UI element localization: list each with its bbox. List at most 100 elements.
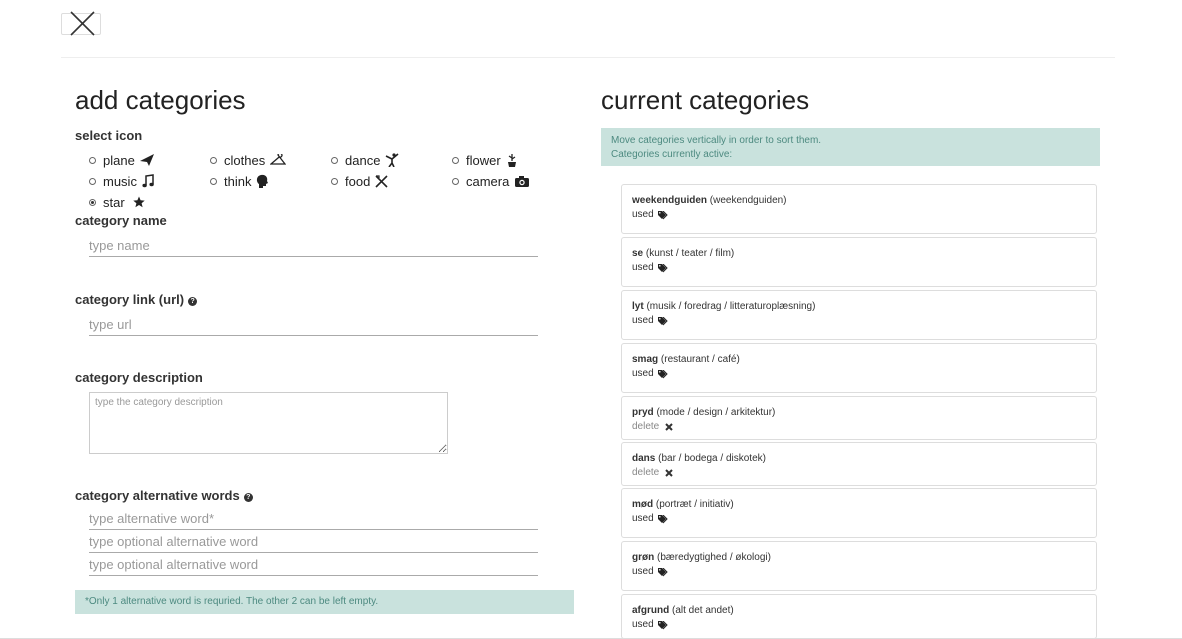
category-desc: (bar / bodega / diskotek) [658,453,766,464]
radio-label: clothes [224,152,266,168]
category-status: used [632,619,654,630]
category-name: mød [632,499,654,510]
info-icon[interactable]: ? [243,493,253,502]
category-desc: (musik / foredrag / litteraturoplæsning) [646,301,816,312]
cutlery-icon [375,174,388,188]
category-name: afgrund [632,605,670,616]
radio-camera[interactable]: camera [452,172,530,190]
category-link-input[interactable] [89,315,538,336]
radio-clothes[interactable]: clothes [210,151,287,169]
music-note-icon [142,174,154,188]
radio-label: star [103,194,125,210]
radio-plane[interactable]: plane [89,151,154,169]
add-categories-panel: add categories select icon plane clothes… [75,84,575,614]
category-link-label: category link (url)? [75,292,575,307]
category-desc: (mode / design / arkitektur) [656,407,776,418]
category-description-label: category description [75,370,203,385]
category-name: weekendguiden [632,195,708,206]
radio-label: music [103,173,137,189]
category-card[interactable]: weekendguiden (weekendguiden) used [621,184,1097,234]
delete-link[interactable]: delete [632,466,659,480]
category-card[interactable]: mød (portræt / initiativ) used [621,488,1097,538]
category-status: used [632,315,654,326]
tags-icon [657,514,668,523]
category-card[interactable]: pryd (mode / design / arkitektur) delete [621,396,1097,440]
close-button[interactable] [61,11,101,36]
category-card[interactable]: dans (bar / bodega / diskotek) delete [621,442,1097,486]
add-categories-title: add categories [75,85,246,115]
icon-radio-group: plane clothes dance flower music think f… [75,151,575,219]
current-categories-panel: current categories Move categories verti… [601,84,1100,639]
radio-think[interactable]: think [210,172,269,190]
radio-button[interactable] [452,177,459,185]
category-desc: (weekendguiden) [709,195,787,206]
delete-link[interactable]: delete [632,420,659,434]
category-name: dans [632,453,656,464]
alternative-words-note: *Only 1 alternative word is requried. Th… [75,590,574,614]
radio-dance[interactable]: dance [331,151,399,169]
sort-info-text: Move categories vertically in order to s… [611,135,822,146]
alternative-word-input-1[interactable] [89,509,538,530]
alternative-word-input-3[interactable] [89,555,538,576]
dancer-icon [386,153,399,167]
radio-label: food [345,173,371,189]
radio-flower[interactable]: flower [452,151,518,169]
star-icon [132,196,145,208]
radio-music[interactable]: music [89,172,154,190]
select-icon-label: select icon [75,128,143,143]
radio-button[interactable] [89,156,96,164]
tags-icon [657,567,668,576]
radio-button-checked[interactable] [89,198,96,206]
category-desc: (bæredygtighed / økologi) [657,552,771,563]
tags-icon [657,620,668,629]
alternative-words-label-text: category alternative words [75,488,240,503]
tags-icon [657,210,668,219]
head-icon [257,174,269,188]
category-description-textarea[interactable] [89,392,448,454]
delete-x-icon[interactable] [665,469,673,477]
camera-icon [515,176,530,187]
radio-button[interactable] [331,156,338,164]
radio-button[interactable] [452,156,459,164]
radio-button[interactable] [210,177,217,185]
category-status: used [632,513,654,524]
info-icon[interactable]: ? [188,297,198,306]
category-desc: (kunst / teater / film) [645,248,735,259]
radio-label: dance [345,152,381,168]
category-status: used [632,368,654,379]
plane-icon [139,154,154,166]
active-categories-text: Categories currently active: [611,149,733,160]
category-card[interactable]: se (kunst / teater / film) used [621,237,1097,287]
alternative-word-input-2[interactable] [89,532,538,553]
radio-label: flower [466,152,501,168]
radio-label: think [224,173,252,189]
close-icon [70,11,95,36]
radio-star[interactable]: star [89,193,145,211]
header-divider [61,57,1115,58]
category-card[interactable]: lyt (musik / foredrag / litteraturoplæsn… [621,290,1097,340]
category-status: used [632,209,654,220]
category-name-input[interactable] [89,236,538,257]
category-card[interactable]: afgrund (alt det andet) used [621,594,1097,639]
sort-info-alert: Move categories vertically in order to s… [601,128,1100,166]
category-name: pryd [632,407,654,418]
category-link-label-text: category link (url) [75,292,185,307]
category-status: used [632,566,654,577]
category-status: used [632,262,654,273]
category-desc: (alt det andet) [672,605,734,616]
radio-label: camera [466,173,510,189]
alternative-words-label: category alternative words? [75,488,575,503]
radio-button[interactable] [210,156,217,164]
radio-label: plane [103,152,135,168]
radio-button[interactable] [331,177,338,185]
category-desc: (restaurant / café) [660,354,740,365]
category-name: grøn [632,552,655,563]
category-card[interactable]: grøn (bæredygtighed / økologi) used [621,541,1097,591]
radio-button[interactable] [89,177,96,185]
delete-x-icon[interactable] [665,423,673,431]
category-card[interactable]: smag (restaurant / café) used [621,343,1097,393]
hanger-icon [270,154,287,165]
tags-icon [657,263,668,272]
radio-food[interactable]: food [331,172,388,190]
category-name: se [632,248,644,259]
